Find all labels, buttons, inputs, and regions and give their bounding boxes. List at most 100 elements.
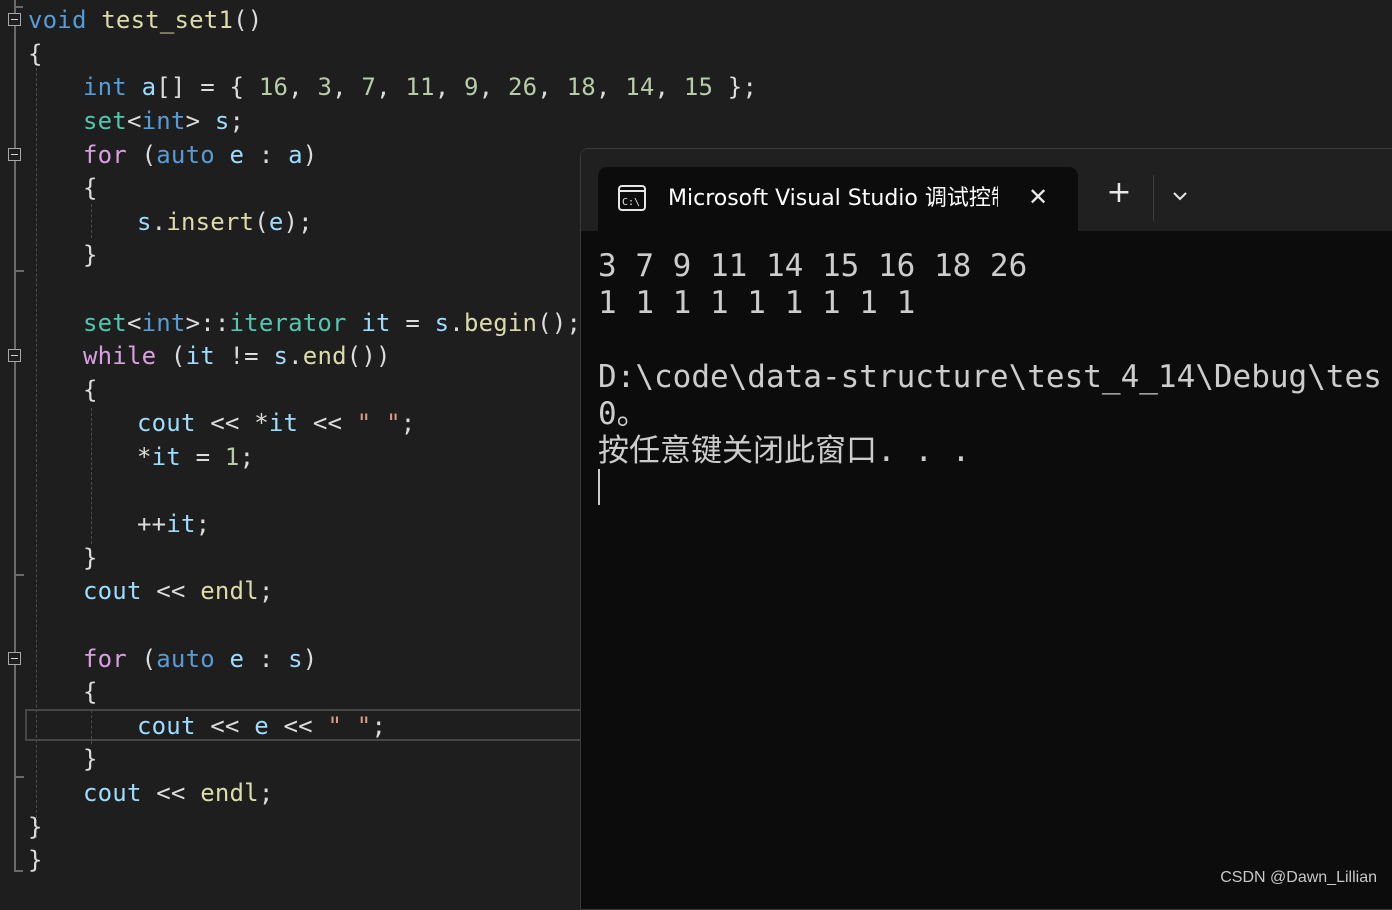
code-token: endl xyxy=(200,577,259,605)
code-token: for xyxy=(83,141,127,169)
code-token: cout xyxy=(137,712,196,740)
code-token: ++ xyxy=(137,510,167,538)
watermark: CSDN @Dawn_Lillian xyxy=(1220,869,1377,886)
code-token: } xyxy=(83,544,98,572)
code-token: } xyxy=(83,745,98,773)
code-line[interactable]: set<int> s; xyxy=(83,104,244,138)
code-token: 3 xyxy=(317,73,333,101)
code-token: ( xyxy=(254,208,269,236)
code-token: s xyxy=(137,208,152,236)
outline-bar xyxy=(14,0,16,872)
code-token: 7 xyxy=(361,73,377,101)
code-token: set xyxy=(83,107,127,135)
code-token: << xyxy=(141,779,201,807)
outline-bar-top xyxy=(14,6,23,8)
code-line[interactable]: cout << e << " "; xyxy=(137,709,386,743)
code-token: ) xyxy=(302,645,318,673)
output-line: 按任意键关闭此窗口. . . xyxy=(598,433,971,469)
code-line[interactable]: } xyxy=(83,742,98,776)
code-token: , xyxy=(376,73,406,101)
outline-bar-tick xyxy=(14,776,24,778)
code-token: ) xyxy=(302,141,318,169)
code-line[interactable]: *it = 1; xyxy=(137,440,254,474)
code-token: it xyxy=(361,309,391,337)
code-line[interactable]: { xyxy=(83,373,98,407)
code-line[interactable]: for (auto e : s) xyxy=(83,642,317,676)
svg-text:C:\: C:\ xyxy=(622,197,640,208)
code-line[interactable]: } xyxy=(28,843,43,877)
code-line[interactable]: cout << *it << " "; xyxy=(137,406,415,440)
code-line[interactable]: for (auto e : a) xyxy=(83,138,317,172)
code-token: , xyxy=(537,73,567,101)
code-token: a xyxy=(288,141,303,169)
code-token: end xyxy=(302,342,347,370)
code-line[interactable]: { xyxy=(83,675,98,709)
code-token: << xyxy=(141,577,201,605)
code-token: s xyxy=(214,107,230,135)
code-line[interactable]: cout << endl; xyxy=(83,776,273,810)
code-token: s xyxy=(288,645,303,673)
terminal-titlebar[interactable]: C:\ Microsoft Visual Studio 调试控制台 ✕ + xyxy=(581,149,1392,231)
code-token: ( xyxy=(126,645,157,673)
code-token: begin xyxy=(463,309,538,337)
tab-title: Microsoft Visual Studio 调试控制台 xyxy=(668,186,998,211)
code-token: void xyxy=(28,6,87,34)
close-tab-button[interactable]: ✕ xyxy=(1022,181,1054,213)
code-line[interactable]: int a[] = { 16, 3, 7, 11, 9, 26, 18, 14,… xyxy=(83,70,757,104)
fold-toggle-icon[interactable] xyxy=(8,148,21,161)
code-token: test_set1 xyxy=(101,6,234,34)
titlebar-divider xyxy=(1153,175,1154,221)
code-token: . xyxy=(449,309,464,337)
code-token: 18 xyxy=(566,73,596,101)
code-token: auto xyxy=(156,645,215,673)
code-token: cout xyxy=(83,779,142,807)
code-token: , xyxy=(288,73,318,101)
code-line[interactable]: } xyxy=(83,541,98,575)
code-token: }; xyxy=(713,73,758,101)
terminal-window[interactable]: C:\ Microsoft Visual Studio 调试控制台 ✕ + 3 … xyxy=(580,148,1392,910)
fold-toggle-icon[interactable] xyxy=(8,652,21,665)
code-line[interactable]: ++it; xyxy=(137,507,210,541)
code-token: " " xyxy=(356,409,401,437)
code-token: it xyxy=(185,342,215,370)
code-token: ); xyxy=(283,208,313,236)
code-token: ( xyxy=(156,342,186,370)
code-line[interactable]: } xyxy=(83,238,98,272)
code-line[interactable]: cout << endl; xyxy=(83,574,273,608)
fold-toggle-icon[interactable] xyxy=(8,13,21,26)
console-icon: C:\ xyxy=(618,185,646,211)
code-token: 15 xyxy=(683,73,714,101)
code-token: < xyxy=(126,309,142,337)
code-line[interactable]: void test_set1() xyxy=(28,3,262,37)
code-token: , xyxy=(478,73,508,101)
code-token: cout xyxy=(137,409,196,437)
code-line[interactable]: } xyxy=(28,810,43,844)
code-token: it xyxy=(151,443,181,471)
code-token: it xyxy=(166,510,196,538)
code-token: : xyxy=(244,645,289,673)
code-token: e xyxy=(268,208,284,236)
code-token: . xyxy=(288,342,303,370)
terminal-tab[interactable]: C:\ Microsoft Visual Studio 调试控制台 ✕ xyxy=(598,167,1078,231)
chevron-down-icon[interactable] xyxy=(1165,181,1195,211)
code-token: : xyxy=(244,141,289,169)
code-token: " " xyxy=(327,712,372,740)
code-token: it xyxy=(268,409,299,437)
code-token: { xyxy=(83,376,98,404)
new-tab-button[interactable]: + xyxy=(1103,177,1135,209)
code-line[interactable]: set<int>::iterator it = s.begin(); xyxy=(83,306,581,340)
code-line[interactable]: { xyxy=(83,171,98,205)
code-line[interactable]: { xyxy=(28,37,43,71)
code-token: , xyxy=(434,73,464,101)
code-token: = xyxy=(390,309,435,337)
fold-toggle-icon[interactable] xyxy=(8,349,21,362)
code-line[interactable]: while (it != s.end()) xyxy=(83,339,391,373)
code-token: iterator xyxy=(229,309,347,337)
code-line[interactable]: s.insert(e); xyxy=(137,205,313,239)
code-token: , xyxy=(332,73,362,101)
code-token: 9 xyxy=(464,73,479,101)
code-token: int xyxy=(141,107,186,135)
code-token: auto xyxy=(156,141,215,169)
code-token: ; xyxy=(195,510,211,538)
